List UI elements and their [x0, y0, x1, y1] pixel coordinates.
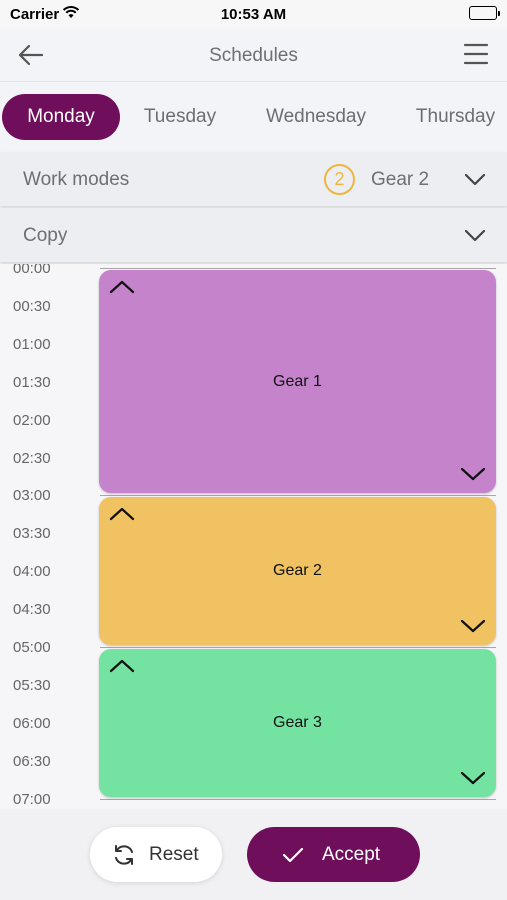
checkmark-icon: [281, 844, 305, 866]
block-name: Gear 2: [273, 562, 322, 580]
tab-tuesday[interactable]: Tuesday: [130, 94, 230, 140]
menu-icon[interactable]: [463, 42, 489, 66]
time-label: 02:00: [13, 411, 51, 429]
status-bar: Carrier 10:53 AM: [0, 0, 507, 28]
chevron-down-icon[interactable]: [463, 224, 487, 246]
page-title: Schedules: [209, 45, 298, 66]
chevron-up-icon[interactable]: [109, 505, 135, 523]
footer-bar: Reset Accept: [0, 809, 507, 900]
time-label: 00:30: [13, 297, 51, 315]
chevron-up-icon[interactable]: [109, 278, 135, 296]
chevron-down-icon[interactable]: [460, 769, 486, 787]
block-name: Gear 3: [273, 713, 322, 731]
chevron-up-icon[interactable]: [109, 657, 135, 675]
grid-line: [100, 647, 496, 648]
time-label: 05:00: [13, 639, 51, 656]
copy-row[interactable]: Copy: [0, 208, 507, 262]
schedule-timeline[interactable]: 00:00 00:30 01:00 01:30 02:00 02:30 03:00 03:30…: [0, 264, 507, 809]
time-label: 00:00: [13, 264, 51, 277]
work-modes-label: Work modes: [23, 169, 130, 190]
accept-button[interactable]: Accept: [247, 827, 420, 882]
schedule-block-gear-1[interactable]: Gear 1: [99, 270, 496, 494]
grid-line: [100, 495, 496, 497]
tab-thursday[interactable]: Thursday: [404, 94, 507, 140]
time-label: 05:30: [13, 676, 51, 694]
time-label: 01:00: [13, 335, 51, 353]
tab-wednesday[interactable]: Wednesday: [250, 94, 382, 140]
reset-button[interactable]: Reset: [90, 827, 222, 882]
refresh-icon: [112, 843, 136, 867]
chevron-down-icon[interactable]: [460, 617, 486, 635]
time-label: 03:30: [13, 525, 51, 543]
time-label: 02:30: [13, 449, 51, 467]
schedule-block-gear-3[interactable]: Gear 3: [99, 649, 496, 797]
schedule-block-gear-2[interactable]: Gear 2: [99, 497, 496, 645]
chevron-down-icon[interactable]: [463, 168, 487, 190]
chevron-down-icon[interactable]: [460, 465, 486, 483]
battery-icon: [469, 6, 500, 20]
time-label: 06:00: [13, 714, 51, 732]
time-label: 03:00: [13, 487, 51, 505]
time-label: 04:30: [13, 601, 51, 619]
grid-line: [100, 268, 496, 269]
status-time: 10:53 AM: [220, 6, 287, 23]
block-name: Gear 1: [273, 372, 322, 390]
app-header: Schedules: [0, 28, 507, 82]
time-label: 06:30: [13, 752, 51, 770]
reset-label: Reset: [149, 844, 199, 865]
work-mode-value: Gear 2: [371, 169, 430, 190]
time-label: 01:30: [13, 373, 51, 391]
day-tabs: Monday Tuesday Wednesday Thursday: [0, 90, 507, 144]
work-modes-row[interactable]: Work modes 2 Gear 2: [0, 152, 507, 206]
accept-label: Accept: [322, 844, 381, 865]
copy-label: Copy: [23, 225, 68, 246]
work-mode-badge: 2: [324, 164, 355, 195]
grid-line: [100, 798, 496, 800]
tab-monday[interactable]: Monday: [2, 94, 120, 140]
time-label: 07:00: [13, 790, 51, 808]
time-label: 04:00: [13, 563, 51, 581]
